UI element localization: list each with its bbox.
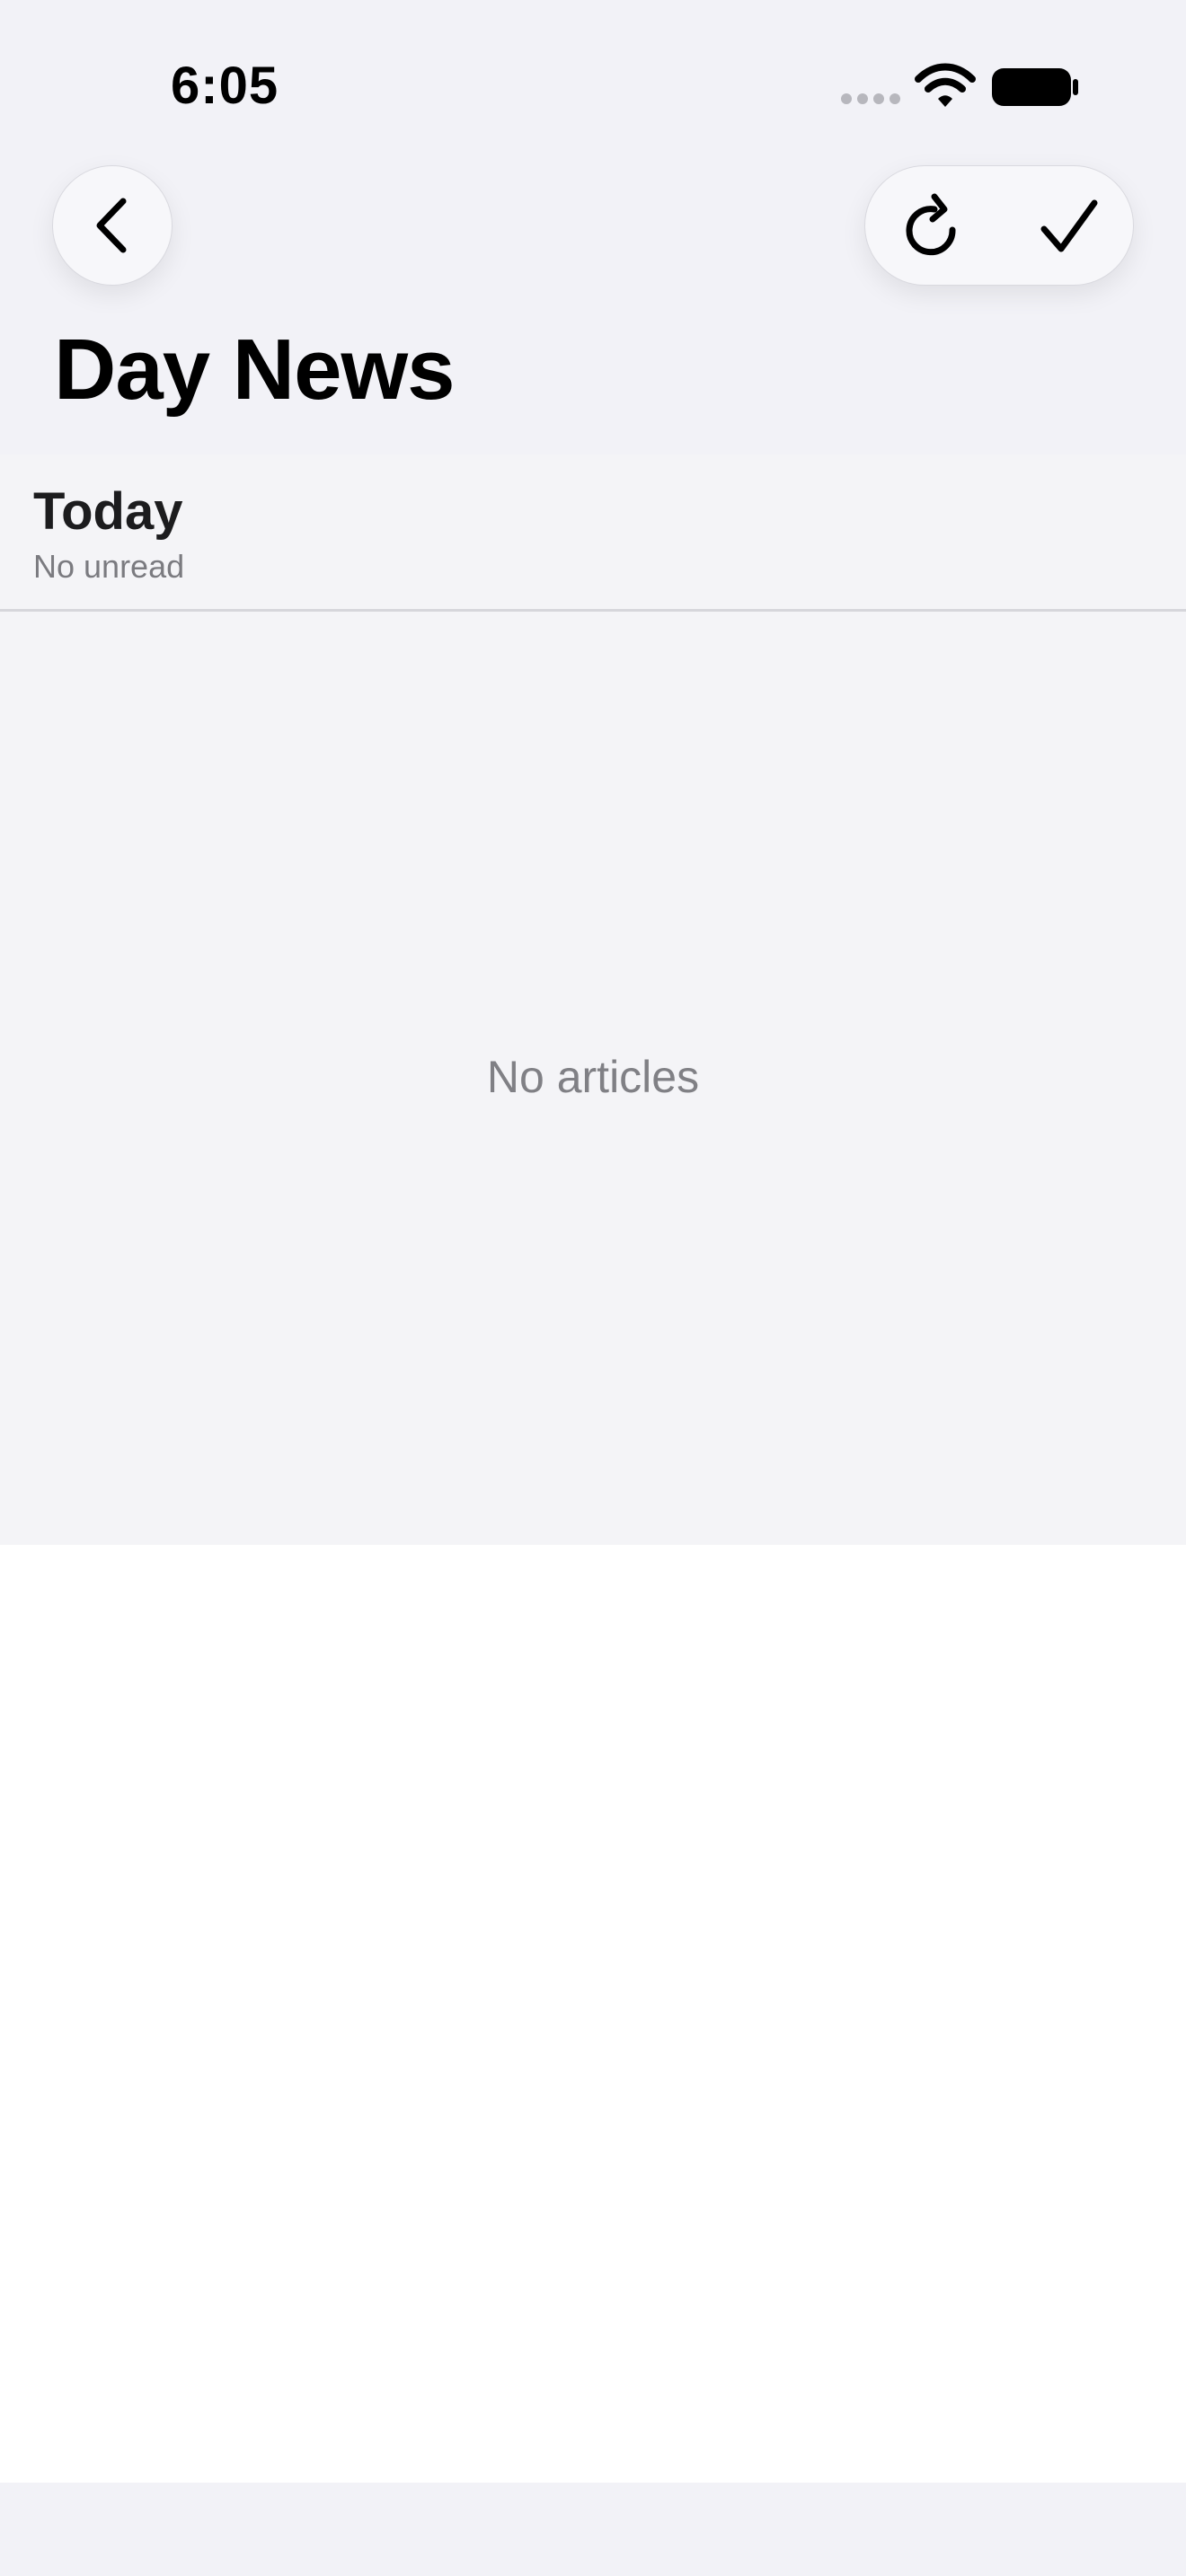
refresh-icon	[906, 193, 956, 256]
unread-count-label: No unread	[33, 548, 185, 585]
battery-icon	[992, 68, 1078, 106]
refresh-button[interactable]	[892, 184, 977, 269]
chevron-left-icon	[96, 198, 127, 253]
section-header: Today No unread	[0, 454, 1186, 612]
wifi-icon	[915, 63, 976, 107]
cellular-signal-icon	[841, 93, 902, 106]
content-panel: Today No unread No articles	[0, 454, 1186, 1545]
status-time: 6:05	[171, 57, 279, 115]
mark-all-read-button[interactable]	[1027, 184, 1111, 269]
empty-state-message: No articles	[486, 1052, 700, 1102]
page-title: Day News	[54, 322, 456, 418]
bottom-safe-area	[0, 2483, 1186, 2576]
checkmark-icon	[1040, 199, 1098, 252]
back-button[interactable]	[52, 165, 173, 286]
toolbar-actions	[864, 165, 1134, 286]
section-title: Today	[33, 482, 183, 541]
blank-content-area	[0, 1545, 1186, 2483]
status-bar: 6:05	[0, 0, 1186, 153]
